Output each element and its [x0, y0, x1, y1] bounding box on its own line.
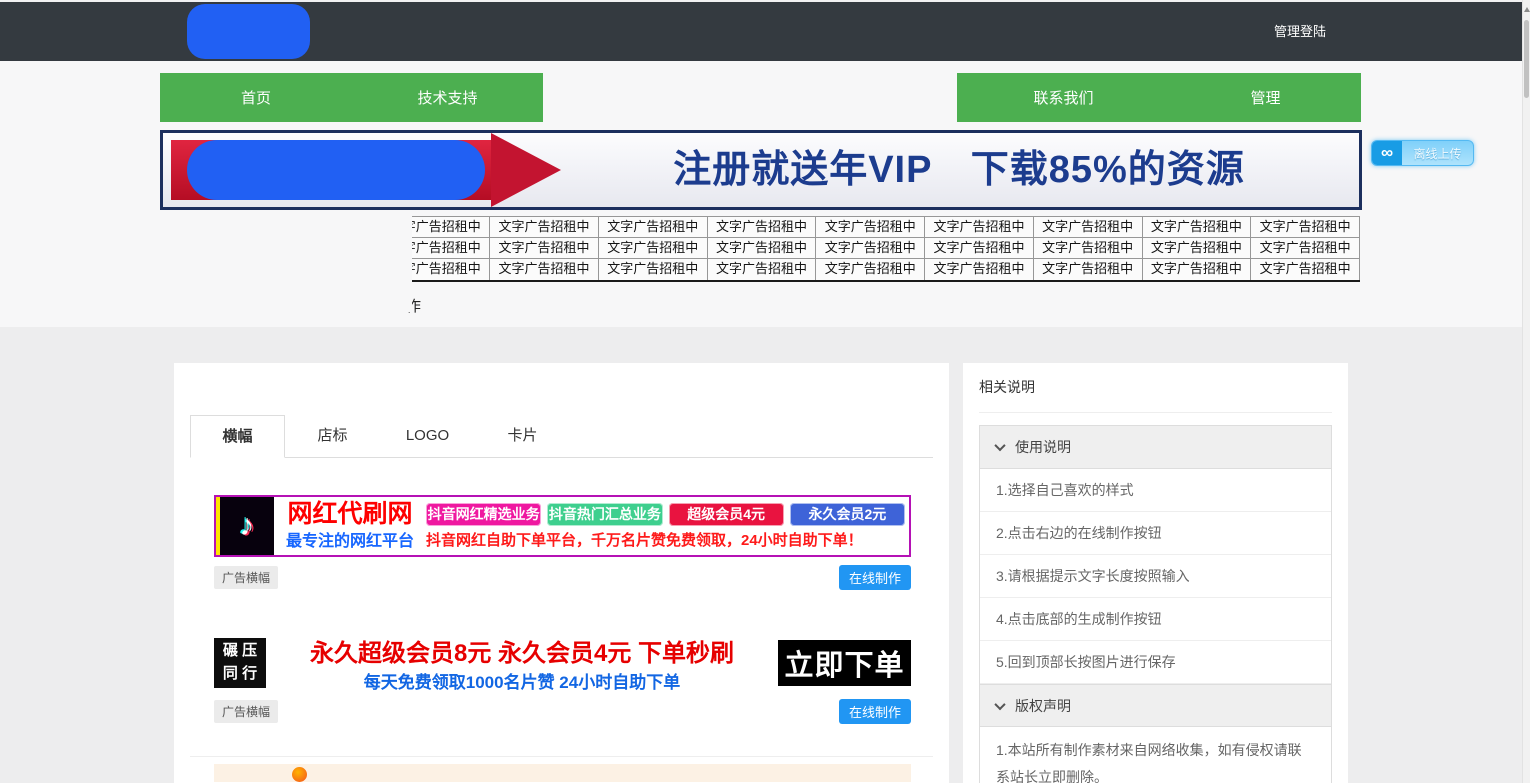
ad1-title: 网红代刷网	[274, 501, 426, 527]
tab-card[interactable]: 卡片	[475, 415, 570, 458]
listing-divider	[190, 756, 933, 757]
usage-step: 3.请根据提示文字长度按照输入	[980, 555, 1331, 598]
copyright-notice: 1.本站所有制作素材来自网络收集，如有侵权请联系站长立即删除。	[980, 727, 1331, 783]
hero-logo-redacted	[187, 140, 485, 200]
chevron-down-icon	[994, 440, 1005, 451]
nav-item-support[interactable]: 技术支持	[352, 73, 543, 122]
promo-badge: 抖音热门汇总业务	[547, 503, 662, 526]
promo-badge: 超级会员4元	[669, 503, 784, 526]
ad1-titles: 网红代刷网 最专注的网红平台	[274, 497, 426, 555]
overlay-panel	[154, 205, 412, 312]
ad-slot-link[interactable]: 文字广告招租中	[1034, 259, 1143, 280]
listing-2-footer: 广告横幅 在线制作	[214, 700, 911, 722]
ad-slot-link[interactable]: 文字广告招租中	[816, 259, 925, 280]
online-make-button[interactable]: 在线制作	[839, 699, 911, 724]
promo-badges: 抖音网红精选业务 抖音热门汇总业务 超级会员4元 永久会员2元	[426, 503, 905, 526]
ad-slot-link[interactable]: 文字广告招租中	[1143, 238, 1252, 259]
listing-banner-ad-3-partial[interactable]	[214, 764, 911, 782]
admin-login-link[interactable]: 管理登陆	[1274, 2, 1326, 61]
nav-item-admin[interactable]: 管理	[1170, 73, 1361, 122]
ad-slot-link[interactable]: 文字广告招租中	[1034, 238, 1143, 259]
ad-slot-link[interactable]: 文字广告招租中	[925, 259, 1034, 280]
main-nav: 首页 技术支持 联系我们 管理	[160, 73, 1361, 122]
ad-slot-link[interactable]: 文字广告招租中	[599, 217, 708, 238]
ad-slot-link[interactable]: 文字广告招租中	[1034, 217, 1143, 238]
section-usage-header[interactable]: 使用说明	[980, 426, 1331, 469]
crush-rivals-logo: 碾 压 同 行	[214, 638, 266, 688]
sidebar-title: 相关说明	[979, 377, 1332, 413]
nav-item-contact[interactable]: 联系我们	[957, 73, 1170, 122]
main-card: 横幅 店标 LOGO 卡片 ♪ 网红代刷网 最专注的网红平台 抖音网红精选业务 …	[174, 363, 949, 783]
ad-slot-link[interactable]: 文字广告招租中	[816, 217, 925, 238]
ad-slot-link[interactable]: 文字广告招租中	[490, 238, 599, 259]
section-usage-label: 使用说明	[1015, 437, 1071, 457]
ad-slot-link[interactable]: 文字广告招租中	[708, 217, 817, 238]
category-tag: 广告横幅	[214, 566, 278, 589]
ad-slot-link[interactable]: 文字广告招租中	[1143, 259, 1252, 280]
listing-banner-ad-1[interactable]: ♪ 网红代刷网 最专注的网红平台 抖音网红精选业务 抖音热门汇总业务 超级会员4…	[214, 495, 911, 557]
ad-slot-link[interactable]: 文字广告招租中	[708, 259, 817, 280]
ad-slot-link[interactable]: 文字广告招租中	[490, 259, 599, 280]
section-copyright-label: 版权声明	[1015, 696, 1071, 716]
ad2-subtitle: 每天免费领取1000名片赞 24小时自助下单	[266, 668, 778, 693]
site-logo-redacted[interactable]	[187, 4, 310, 59]
logo-line-2: 同 行	[223, 663, 257, 686]
scroll-up-arrow-icon[interactable]	[1524, 7, 1530, 12]
tabs-bar: 横幅 店标 LOGO 卡片	[190, 415, 933, 458]
order-now-button[interactable]: 立即下单	[778, 640, 911, 686]
ad1-description: 抖音网红自助下单平台，千万名片赞免费领取，24小时自助下单！	[426, 529, 905, 550]
category-tag: 广告横幅	[214, 700, 278, 723]
tiktok-icon: ♪	[216, 497, 274, 555]
chevron-down-icon	[994, 698, 1005, 709]
offline-upload-button[interactable]: ∞ 离线上传	[1371, 140, 1474, 166]
scrollbar[interactable]	[1522, 0, 1530, 783]
music-note-icon: ♪	[240, 509, 255, 543]
nav-item-home[interactable]: 首页	[160, 73, 352, 122]
ad-slot-link[interactable]: 文字广告招租中	[925, 217, 1034, 238]
ad-slot-link[interactable]: 文字广告招租中	[1251, 217, 1360, 238]
ad-slot-link[interactable]: 文字广告招租中	[1251, 259, 1360, 280]
ad-slot-link[interactable]: 文字广告招租中	[708, 238, 817, 259]
ad1-subtitle: 最专注的网红平台	[274, 527, 426, 551]
hero-headline: 注册就送年VIP 下载85%的资源	[583, 133, 1335, 207]
tab-logo[interactable]: LOGO	[380, 415, 475, 458]
nav-blank-slot	[543, 73, 957, 122]
ad-slot-link[interactable]: 文字广告招租中	[1143, 217, 1252, 238]
upload-button-label: 离线上传	[1402, 145, 1473, 162]
ad2-title: 永久超级会员8元 永久会员4元 下单秒刷	[266, 633, 778, 668]
promo-badge: 永久会员2元	[790, 503, 905, 526]
hero-banner-ad[interactable]: 注册就送年VIP 下载85%的资源	[160, 130, 1362, 210]
topbar: 管理登陆	[0, 2, 1522, 61]
listing-1-footer: 广告横幅 在线制作	[214, 566, 911, 588]
ad-slot-link[interactable]: 文字广告招租中	[1251, 238, 1360, 259]
ad-slot-link[interactable]: 文字广告招租中	[816, 238, 925, 259]
ad-slot-link[interactable]: 文字广告招租中	[925, 238, 1034, 259]
usage-step: 5.回到顶部长按图片进行保存	[980, 641, 1331, 684]
listing-banner-ad-2[interactable]: 碾 压 同 行 永久超级会员8元 永久会员4元 下单秒刷 每天免费领取1000名…	[214, 634, 911, 691]
usage-step: 4.点击底部的生成制作按钮	[980, 598, 1331, 641]
baidu-pan-icon: ∞	[1372, 140, 1402, 166]
promo-badge: 抖音网红精选业务	[426, 503, 541, 526]
ad1-details: 抖音网红精选业务 抖音热门汇总业务 超级会员4元 永久会员2元 抖音网红自助下单…	[426, 497, 909, 555]
tab-shop-logo[interactable]: 店标	[285, 415, 380, 458]
ad-slot-link[interactable]: 文字广告招租中	[599, 238, 708, 259]
section-copyright-header[interactable]: 版权声明	[980, 684, 1331, 727]
ad-slot-link[interactable]: 文字广告招租中	[490, 217, 599, 238]
ad2-texts: 永久超级会员8元 永久会员4元 下单秒刷 每天免费领取1000名片赞 24小时自…	[266, 633, 778, 693]
ad-slot-link[interactable]: 文字广告招租中	[599, 259, 708, 280]
tab-banner[interactable]: 横幅	[190, 415, 285, 458]
online-make-button[interactable]: 在线制作	[839, 565, 911, 590]
usage-step: 1.选择自己喜欢的样式	[980, 469, 1331, 512]
orange-logo-icon	[292, 767, 307, 782]
sidebar: 相关说明 使用说明 1.选择自己喜欢的样式 2.点击右边的在线制作按钮 3.请根…	[963, 363, 1348, 783]
instructions-box: 使用说明 1.选择自己喜欢的样式 2.点击右边的在线制作按钮 3.请根据提示文字…	[979, 425, 1332, 783]
usage-step: 2.点击右边的在线制作按钮	[980, 512, 1331, 555]
ribbon-arrow-icon	[491, 133, 561, 207]
scrollbar-thumb[interactable]	[1524, 20, 1529, 98]
logo-line-1: 碾 压	[223, 640, 257, 663]
